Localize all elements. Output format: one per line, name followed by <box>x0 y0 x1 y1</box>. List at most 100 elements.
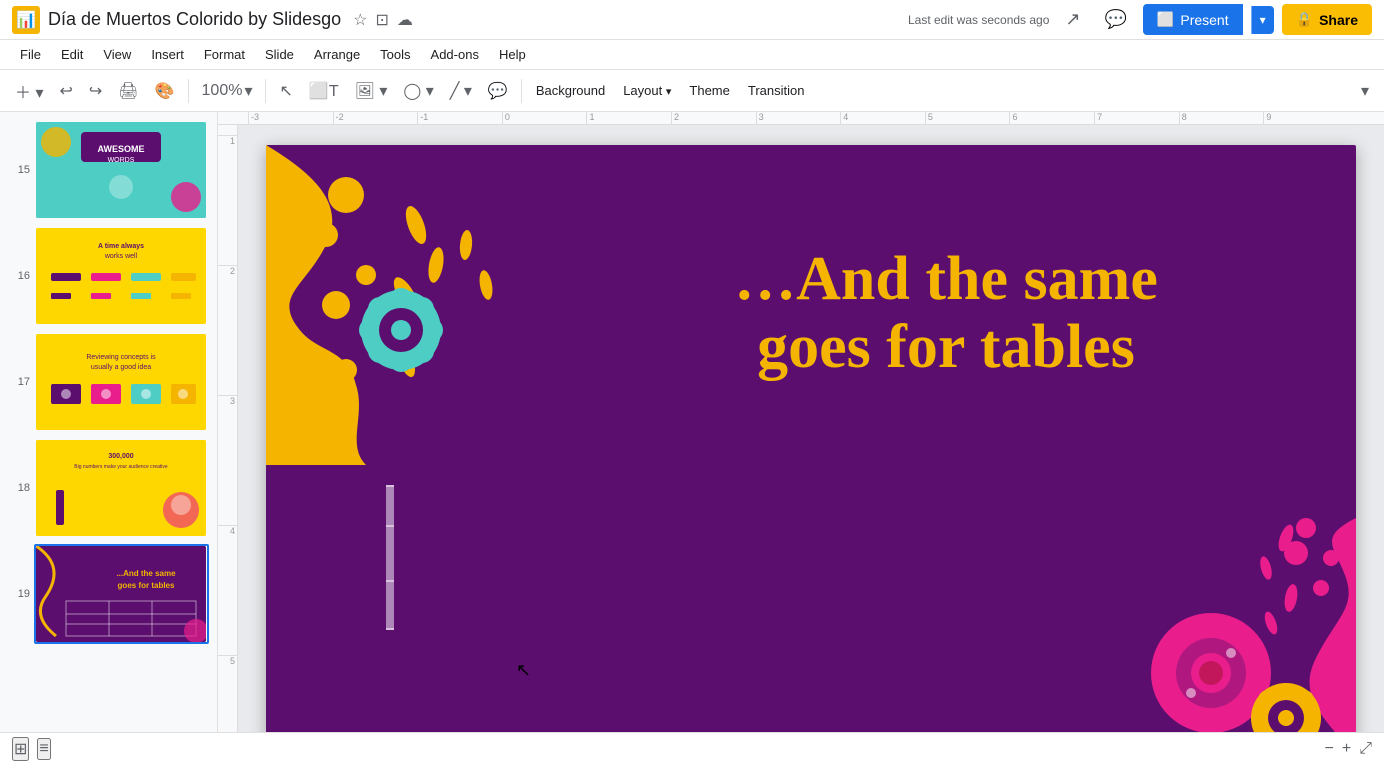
bottom-right-controls: − + ⤢ <box>1325 740 1373 758</box>
trending-icon-btn[interactable]: ↗ <box>1057 5 1088 34</box>
slide-thumbnail-wrapper-19: 19 ...And the same goes for tables <box>34 544 209 644</box>
menu-slide[interactable]: Slide <box>257 44 302 65</box>
slide-thumbnail-15[interactable]: AWESOME WORDS <box>34 120 209 220</box>
shapes-tool[interactable]: ◯ ▾ <box>396 76 440 106</box>
slide-thumbnail-17[interactable]: Reviewing concepts is usually a good ide… <box>34 332 209 432</box>
lines-tool[interactable]: ╱ ▾ <box>443 76 479 106</box>
slide-list-view-button[interactable]: ⊞ <box>12 737 29 761</box>
text-box-tool[interactable]: ⬜T <box>302 76 346 106</box>
present-button[interactable]: ⬜ Present <box>1143 4 1243 35</box>
slide-grid-view-button[interactable]: ≡ <box>37 738 50 760</box>
ruler-mark: -2 <box>333 112 418 124</box>
present-dropdown-button[interactable]: ▾ <box>1251 6 1274 34</box>
ruler-mark: 2 <box>671 112 756 124</box>
ruler-mark: -3 <box>248 112 333 124</box>
svg-text:WORDS: WORDS <box>108 157 135 164</box>
menu-addons[interactable]: Add-ons <box>423 44 487 65</box>
slide-thumb-svg-15: AWESOME WORDS <box>36 122 206 218</box>
slide-table[interactable] <box>386 485 394 630</box>
slide-thumb-svg-17: Reviewing concepts is usually a good ide… <box>36 334 206 430</box>
ruler-mark: 6 <box>1009 112 1094 124</box>
slide-title: …And the same goes for tables <box>616 245 1276 381</box>
cloud-icon[interactable]: ☁ <box>397 10 413 30</box>
slide-thumb-svg-18: 300,000 Big numbers make your audience c… <box>36 440 206 536</box>
redo-button[interactable]: ↪ <box>82 76 109 106</box>
paint-format-button[interactable]: 🎨 <box>148 76 182 106</box>
slide-num-17: 17 <box>12 376 30 388</box>
menu-format[interactable]: Format <box>196 44 253 65</box>
comment-tool[interactable]: 💬 <box>481 76 515 106</box>
share-button[interactable]: 🔒 Share <box>1282 4 1372 35</box>
slide-thumbnail-wrapper-16: 16 A time always works well <box>34 226 209 326</box>
menu-view[interactable]: View <box>95 44 139 65</box>
collapse-toolbar-button[interactable]: ▾ <box>1354 76 1376 106</box>
background-button[interactable]: Background <box>528 78 613 103</box>
ruler-mark: 8 <box>1179 112 1264 124</box>
svg-text:A time always: A time always <box>98 243 144 250</box>
table-cell <box>391 526 393 581</box>
app-icon: 📊 <box>12 6 40 34</box>
zoom-level-button[interactable]: 100% ▾ <box>195 76 260 106</box>
theme-button[interactable]: Theme <box>681 78 737 103</box>
menu-tools[interactable]: Tools <box>372 44 418 65</box>
canvas-with-ruler: 1 2 3 4 5 <box>218 125 1384 732</box>
toolbar: ＋ ▾ ↩ ↪ 🖨 🎨 100% ▾ ↖ ⬜T 🖼 ▾ ◯ ▾ ╱ ▾ 💬 Ba… <box>0 70 1384 112</box>
folder-icon[interactable]: ⊡ <box>376 10 389 30</box>
main-area: 15 AWESOME WORDS 16 <box>0 112 1384 732</box>
svg-text:usually a good idea: usually a good idea <box>91 364 151 371</box>
zoom-level-label: 100% <box>202 82 243 100</box>
menu-file[interactable]: File <box>12 44 49 65</box>
deco-bottom-right <box>1036 498 1356 732</box>
table-cell <box>391 581 393 629</box>
canvas-area: -3 -2 -1 0 1 2 3 4 5 6 7 8 9 1 2 3 4 <box>218 112 1384 732</box>
star-icon[interactable]: ☆ <box>353 10 367 30</box>
ruler-h-marks: -3 -2 -1 0 1 2 3 4 5 6 7 8 9 <box>248 112 1348 124</box>
ruler-mark: 4 <box>840 112 925 124</box>
slide-thumbnail-wrapper-18: 18 300,000 Big numbers make your audienc… <box>34 438 209 538</box>
menu-edit[interactable]: Edit <box>53 44 91 65</box>
chat-icon-btn[interactable]: 💬 <box>1097 5 1135 34</box>
doc-title: Día de Muertos Colorido by Slidesgo <box>48 9 341 30</box>
slide-thumb-img-16: A time always works well <box>36 228 206 324</box>
table-cell <box>391 486 393 526</box>
add-button[interactable]: ＋ ▾ <box>8 74 50 108</box>
share-label: Share <box>1319 12 1358 28</box>
image-tool[interactable]: 🖼 ▾ <box>348 76 395 106</box>
top-right-actions: ↗ 💬 ⬜ Present ▾ 🔒 Share <box>1057 4 1372 35</box>
ruler-mark: 0 <box>502 112 587 124</box>
layout-caret: ▾ <box>666 86 672 98</box>
slide-thumb-img-18: 300,000 Big numbers make your audience c… <box>36 440 206 536</box>
toolbar-right: ▾ <box>1354 76 1376 106</box>
svg-text:...And the same: ...And the same <box>116 569 176 578</box>
slide-thumbnail-16[interactable]: A time always works well <box>34 226 209 326</box>
title-bar: 📊 Día de Muertos Colorido by Slidesgo ☆ … <box>0 0 1384 40</box>
slide-title-line2: goes for tables <box>616 313 1276 381</box>
table-row <box>387 486 393 526</box>
layout-button[interactable]: Layout ▾ <box>615 78 679 103</box>
deco-top-left <box>266 145 576 465</box>
title-icons: ☆ ⊡ ☁ <box>353 10 413 30</box>
print-button[interactable]: 🖨 <box>111 76 145 106</box>
slide-thumb-img-19: ...And the same goes for tables <box>36 546 206 642</box>
main-slide[interactable]: …And the same goes for tables <box>266 145 1356 732</box>
table-row <box>387 581 393 629</box>
slide-thumb-svg-16: A time always works well <box>36 228 206 324</box>
table-row <box>387 526 393 581</box>
slide-thumbnail-19[interactable]: ...And the same goes for tables <box>34 544 209 644</box>
undo-button[interactable]: ↩ <box>52 76 79 106</box>
svg-text:goes for tables: goes for tables <box>118 581 175 590</box>
toolbar-sep-2 <box>265 79 266 103</box>
menu-insert[interactable]: Insert <box>143 44 192 65</box>
zoom-out-button[interactable]: − <box>1325 740 1334 758</box>
ruler-v-mark: 5 <box>218 655 237 732</box>
select-tool[interactable]: ↖ <box>272 76 299 106</box>
slide-num-15: 15 <box>12 164 30 176</box>
menu-arrange[interactable]: Arrange <box>306 44 368 65</box>
menu-help[interactable]: Help <box>491 44 534 65</box>
bottom-bar: ⊞ ≡ − + ⤢ <box>0 732 1384 764</box>
expand-button[interactable]: ⤢ <box>1359 740 1372 758</box>
slide-thumbnail-18[interactable]: 300,000 Big numbers make your audience c… <box>34 438 209 538</box>
zoom-in-button[interactable]: + <box>1342 740 1351 758</box>
transition-button[interactable]: Transition <box>740 78 813 103</box>
layout-label: Layout <box>623 83 662 98</box>
